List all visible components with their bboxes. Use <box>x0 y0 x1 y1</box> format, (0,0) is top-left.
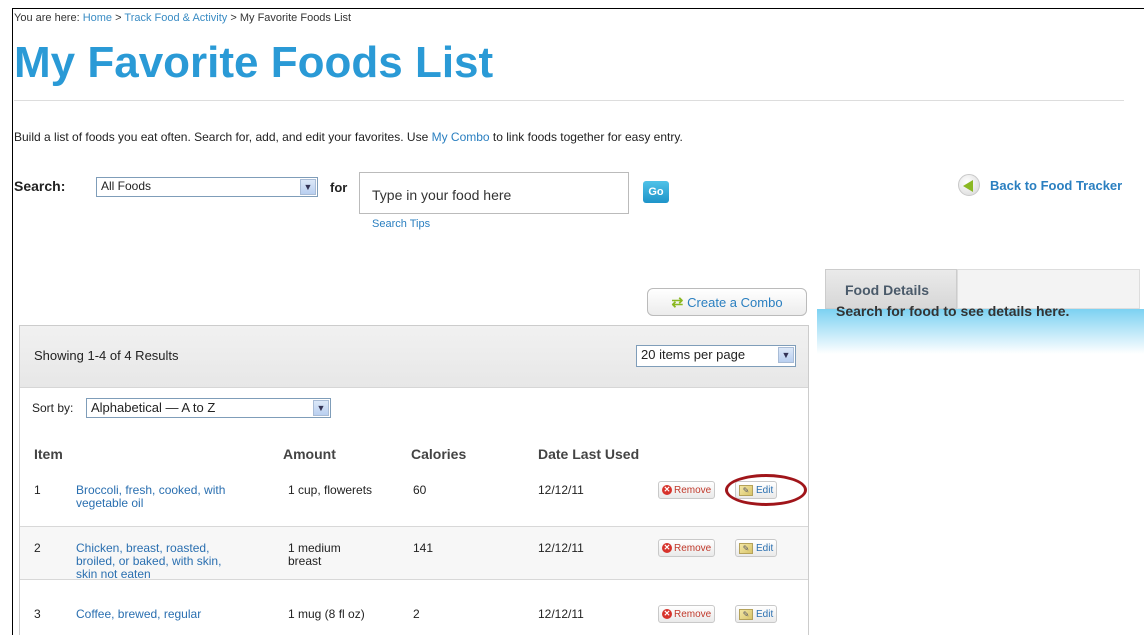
dropdown-arrow-icon: ▼ <box>300 179 316 195</box>
remove-label: Remove <box>674 608 712 620</box>
column-header-date: Date Last Used <box>538 446 640 462</box>
edit-label: Edit <box>756 608 774 620</box>
sort-value: Alphabetical — A to Z <box>91 400 216 415</box>
remove-label: Remove <box>674 542 712 554</box>
food-category-value: All Foods <box>101 179 152 193</box>
search-label: Search: <box>14 178 66 194</box>
intro-before: Build a list of foods you eat often. Sea… <box>14 130 432 144</box>
edit-button[interactable]: ✎ Edit <box>735 539 778 557</box>
my-combo-link[interactable]: My Combo <box>432 130 490 144</box>
food-date: 12/12/11 <box>538 541 584 555</box>
intro-after: to link foods together for easy entry. <box>489 130 683 144</box>
results-count: Showing 1-4 of 4 Results <box>34 348 179 363</box>
food-calories: 2 <box>413 607 420 621</box>
food-details-message: Search for food to see details here. <box>836 303 1070 319</box>
combo-icon: ⇄ <box>671 293 684 310</box>
remove-button[interactable]: ✕ Remove <box>658 539 716 557</box>
back-link-label: Back to Food Tracker <box>990 177 1123 193</box>
remove-button[interactable]: ✕ Remove <box>658 481 716 499</box>
breadcrumb-home-link[interactable]: Home <box>83 12 112 24</box>
remove-button[interactable]: ✕ Remove <box>658 605 716 623</box>
food-search-input[interactable]: Type in your food here <box>359 172 629 214</box>
column-header-calories: Calories <box>411 446 467 462</box>
items-per-page-value: 20 items per page <box>641 347 746 362</box>
favorites-panel: Showing 1-4 of 4 Results 20 items per pa… <box>19 325 809 635</box>
row-divider <box>20 579 808 580</box>
remove-label: Remove <box>674 484 712 496</box>
food-amount: 1 cup, flowerets <box>288 483 373 497</box>
food-amount: 1 medium breast <box>288 542 341 568</box>
title-divider <box>14 100 1124 101</box>
column-header-item: Item <box>34 446 63 462</box>
food-calories: 60 <box>413 483 427 497</box>
food-calories: 141 <box>413 541 434 555</box>
breadcrumb: You are here: Home > Track Food & Activi… <box>14 12 351 24</box>
dropdown-arrow-icon: ▼ <box>313 400 329 416</box>
intro-text: Build a list of foods you eat often. Sea… <box>14 130 683 144</box>
remove-icon: ✕ <box>662 543 672 553</box>
dropdown-arrow-icon: ▼ <box>778 347 794 363</box>
results-header: Showing 1-4 of 4 Results 20 items per pa… <box>20 326 808 388</box>
row-number: 3 <box>34 607 41 621</box>
food-amount-line: breast <box>288 554 322 568</box>
search-tips-link[interactable]: Search Tips <box>372 218 430 230</box>
food-name-line: Coffee, brewed, regular <box>76 607 202 621</box>
edit-pencil-icon: ✎ <box>739 608 753 620</box>
back-to-food-tracker-link[interactable]: Back to Food Tracker <box>958 174 1122 196</box>
food-amount: 1 mug (8 fl oz) <box>288 607 365 621</box>
page-title: My Favorite Foods List <box>14 38 494 87</box>
food-item-link[interactable]: Broccoli, fresh, cooked, with vegetable … <box>76 484 276 510</box>
go-button[interactable]: Go <box>643 181 669 203</box>
breadcrumb-prefix: You are here: <box>14 12 83 24</box>
create-combo-label: Create a Combo <box>687 294 783 310</box>
food-date: 12/12/11 <box>538 483 584 497</box>
breadcrumb-separator: > <box>112 12 125 24</box>
breadcrumb-current: My Favorite Foods List <box>239 12 352 24</box>
edit-label: Edit <box>756 542 774 554</box>
remove-icon: ✕ <box>662 485 672 495</box>
for-label: for <box>330 180 348 195</box>
food-item-link[interactable]: Coffee, brewed, regular <box>76 608 276 621</box>
edit-button[interactable]: ✎ Edit <box>735 605 778 623</box>
create-combo-button[interactable]: ⇄ Create a Combo <box>647 288 807 316</box>
row-number: 1 <box>34 483 41 497</box>
sort-select[interactable]: Alphabetical — A to Z ▼ <box>86 398 331 418</box>
highlight-circle <box>725 474 807 506</box>
row-number: 2 <box>34 541 41 555</box>
food-date: 12/12/11 <box>538 607 584 621</box>
food-name-line: vegetable oil <box>76 496 144 510</box>
food-category-select[interactable]: All Foods ▼ <box>96 177 318 197</box>
remove-icon: ✕ <box>662 609 672 619</box>
breadcrumb-track-link[interactable]: Track Food & Activity <box>124 12 227 24</box>
back-arrow-icon <box>958 174 980 196</box>
food-item-link[interactable]: Chicken, breast, roasted, broiled, or ba… <box>76 542 276 581</box>
breadcrumb-separator: > <box>227 12 240 24</box>
sort-by-label: Sort by: <box>32 401 74 415</box>
edit-pencil-icon: ✎ <box>739 542 753 554</box>
items-per-page-select[interactable]: 20 items per page ▼ <box>636 345 796 367</box>
column-header-amount: Amount <box>283 446 336 462</box>
